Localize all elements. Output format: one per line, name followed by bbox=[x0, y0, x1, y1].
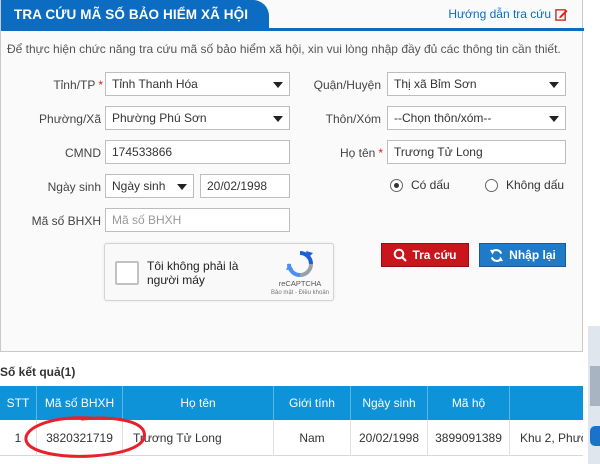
column-header: Mã hộ bbox=[428, 386, 510, 420]
birth-date-input[interactable] bbox=[200, 174, 290, 198]
recaptcha-terms[interactable]: Bảo mật - Điều khoản bbox=[265, 290, 335, 296]
recaptcha-widget: Tôi không phải là người máy reCAPTCHA Bả… bbox=[104, 243, 334, 301]
side-strip bbox=[588, 326, 600, 464]
district-label: Quận/Huyện bbox=[313, 78, 381, 92]
chevron-down-icon bbox=[273, 116, 283, 122]
hamlet-label: Thôn/Xóm bbox=[325, 112, 381, 126]
refresh-icon bbox=[490, 248, 504, 262]
radio-without-accent[interactable]: Không dấu bbox=[485, 178, 564, 192]
intro-text: Để thực hiện chức năng tra cứu mã số bảo… bbox=[7, 42, 561, 56]
table-row[interactable]: 1 3820321719 Trương Tử Long Nam 20/02/19… bbox=[0, 420, 583, 456]
ward-label: Phường/Xã bbox=[39, 112, 101, 126]
guide-link-label: Hướng dẫn tra cứu bbox=[448, 7, 551, 21]
recaptcha-logo-icon bbox=[286, 251, 313, 277]
cell-household-code: 3899091389 bbox=[428, 420, 510, 456]
side-strip-block bbox=[590, 366, 600, 406]
guide-link[interactable]: Hướng dẫn tra cứu bbox=[448, 7, 568, 21]
full-name-input[interactable] bbox=[387, 140, 566, 164]
column-header: Ngày sinh bbox=[351, 386, 428, 420]
reset-button[interactable]: Nhập lại bbox=[479, 243, 566, 267]
page-title: TRA CỨU MÃ SỐ BẢO HIỂM XÃ HỘI bbox=[1, 0, 269, 30]
cell-address: Khu 2, Phườ bbox=[520, 431, 583, 445]
hamlet-select[interactable]: --Chọn thôn/xóm-- bbox=[387, 106, 566, 130]
chevron-down-icon bbox=[177, 184, 187, 190]
chevron-down-icon bbox=[273, 82, 283, 88]
search-icon bbox=[394, 248, 408, 262]
insurance-code-input[interactable] bbox=[105, 208, 290, 232]
search-button[interactable]: Tra cứu bbox=[381, 243, 469, 267]
search-button-label: Tra cứu bbox=[412, 248, 457, 262]
recaptcha-brand: reCAPTCHA bbox=[278, 279, 322, 288]
full-name-label: Họ tên * bbox=[339, 146, 383, 160]
search-panel: TRA CỨU MÃ SỐ BẢO HIỂM XÃ HỘI Hướng dẫn … bbox=[0, 0, 584, 352]
column-header: STT bbox=[0, 386, 37, 420]
side-strip-tab bbox=[590, 426, 600, 446]
column-header: Giới tính bbox=[274, 386, 351, 420]
birth-date-label: Ngày sinh bbox=[47, 180, 101, 194]
column-header: Họ tên bbox=[123, 386, 274, 420]
id-card-input[interactable] bbox=[105, 140, 290, 164]
results-table-header: STT Mã số BHXH Họ tên Giới tính Ngày sin… bbox=[0, 386, 583, 420]
chevron-down-icon bbox=[549, 116, 559, 122]
province-select[interactable]: Tỉnh Thanh Hóa bbox=[105, 72, 290, 96]
district-select[interactable]: Thị xã Bỉm Sơn bbox=[387, 72, 566, 96]
recaptcha-text: Tôi không phải là người máy bbox=[147, 259, 239, 287]
chevron-down-icon bbox=[549, 82, 559, 88]
result-count: Số kết quả(1) bbox=[0, 365, 76, 379]
cell-insurance-code: 3820321719 bbox=[37, 420, 123, 456]
cell-full-name: Trương Tử Long bbox=[123, 420, 274, 456]
cell-gender: Nam bbox=[274, 420, 351, 456]
radio-with-accent[interactable]: Có dấu bbox=[390, 178, 450, 192]
recaptcha-checkbox[interactable] bbox=[115, 261, 139, 285]
birth-date-type-select[interactable]: Ngày sinh bbox=[105, 174, 194, 198]
id-card-label: CMND bbox=[65, 146, 101, 160]
column-header bbox=[510, 386, 583, 420]
cell-birth-date: 20/02/1998 bbox=[351, 420, 428, 456]
province-label: Tỉnh/TP * bbox=[53, 78, 103, 92]
insurance-code-label: Mã số BHXH bbox=[31, 214, 101, 228]
radio-unselected-icon bbox=[485, 178, 498, 192]
radio-with-accent-label: Có dấu bbox=[411, 178, 450, 192]
radio-without-accent-label: Không dấu bbox=[506, 178, 565, 192]
edit-icon bbox=[555, 8, 568, 21]
column-header: Mã số BHXH bbox=[37, 386, 123, 420]
reset-button-label: Nhập lại bbox=[509, 248, 556, 262]
cell-stt: 1 bbox=[0, 420, 37, 456]
ward-select[interactable]: Phường Phú Sơn bbox=[105, 106, 290, 130]
radio-selected-icon bbox=[390, 178, 403, 192]
